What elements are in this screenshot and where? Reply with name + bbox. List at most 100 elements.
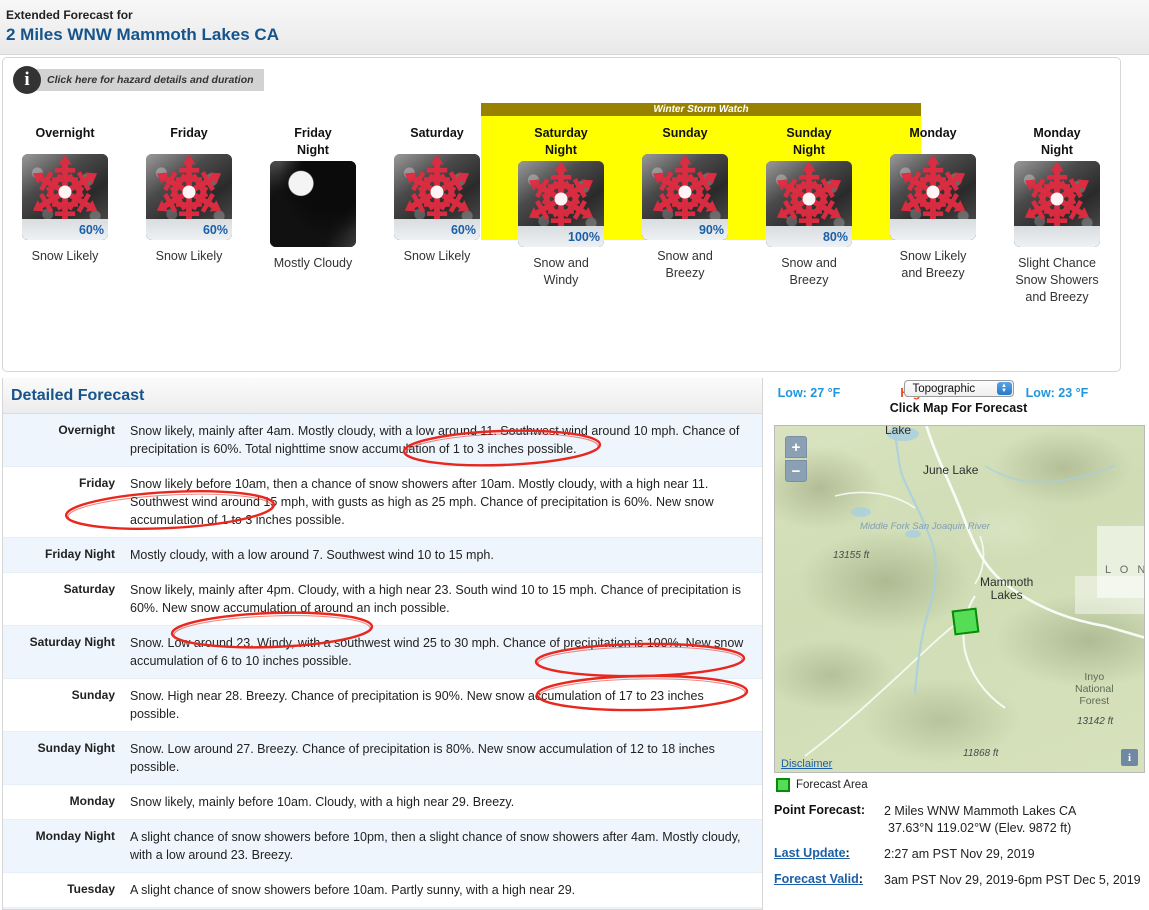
detailed-forecast-row: Sunday Snow. High near 28. Breezy. Chance…	[3, 679, 762, 732]
detailed-forecast-period-label: Monday Night	[35, 829, 115, 843]
info-icon: i	[13, 66, 41, 94]
map-column: Topographic ▲ ▼ Click Map For Forecast +…	[768, 378, 1149, 910]
page-header: Extended Forecast for 2 Miles WNW Mammot…	[0, 0, 1149, 55]
zoom-out-button[interactable]: −	[785, 460, 807, 482]
precip-probability: 60%	[22, 219, 108, 240]
detailed-forecast-row: Overnight Snow likely, mainly after 4am. …	[3, 414, 762, 467]
extended-forecast-panel: i Click here for hazard details and dura…	[2, 57, 1122, 400]
detailed-forecast-rows: Overnight Snow likely, mainly after 4am. …	[3, 414, 762, 909]
detailed-forecast-text: Snow likely before 10am, then a chance o…	[130, 477, 714, 527]
map-legend: Forecast Area	[776, 778, 868, 792]
map-info-button[interactable]: i	[1121, 749, 1138, 766]
chevron-updown-icon: ▲ ▼	[996, 382, 1012, 395]
map-label-elev-13155: 13155 ft	[833, 550, 870, 561]
snow-icon: 80%	[766, 161, 852, 247]
page-eyebrow: Extended Forecast for	[6, 8, 133, 22]
info-value: 2:27 am PST Nov 29, 2019	[884, 847, 1035, 861]
forecast-card[interactable]: Saturday 60% Snow Likely	[375, 118, 499, 400]
snow-icon: 100%	[518, 161, 604, 247]
map-disclaimer-link[interactable]: Disclaimer	[781, 758, 832, 770]
snow-icon: 90%	[642, 154, 728, 240]
forecast-card-day: Saturday	[410, 126, 464, 140]
detailed-forecast-period-label: Overnight	[58, 423, 115, 437]
page-title: 2 Miles WNW Mammoth Lakes CA	[6, 25, 279, 44]
detailed-forecast-panel: Detailed Forecast Overnight Snow likely, …	[2, 378, 763, 910]
detailed-forecast-header: Detailed Forecast	[3, 378, 762, 414]
detailed-forecast-period-label: Sunday	[71, 688, 115, 702]
forecast-card[interactable]: Overnight 60% Snow Likely	[3, 118, 127, 400]
zoom-in-button[interactable]: +	[785, 436, 807, 458]
moon-cloud-icon	[270, 161, 356, 247]
map-label-mammoth-lakes: Mammoth Lakes	[980, 575, 1034, 602]
info-row: Point Forecast: 2 Miles WNW Mammoth Lakes…	[774, 803, 1146, 837]
detailed-forecast-period-label: Monday	[69, 794, 115, 808]
snow-icon: 60%	[146, 154, 232, 240]
forecast-card-day: Monday	[909, 126, 957, 140]
precip-probability	[890, 219, 976, 240]
map-label-inyo-national-forest: Inyo National Forest	[1075, 671, 1114, 707]
click-map-label: Click Map For Forecast	[889, 401, 1028, 415]
snow-icon: 60%	[22, 154, 108, 240]
detailed-forecast-row: Sunday Night Snow. Low around 27. Breezy.…	[3, 732, 762, 785]
forecast-card-description: Snow and Breezy	[781, 256, 837, 287]
basemap-select-value: Topographic	[912, 382, 976, 395]
precip-probability: 90%	[642, 219, 728, 240]
detailed-forecast-text: Snow likely, mainly after 4pm. Cloudy, w…	[130, 583, 741, 615]
info-key[interactable]: Last Update:	[774, 846, 884, 863]
detailed-forecast-row: Saturday Snow likely, mainly after 4pm. C…	[3, 573, 762, 626]
forecast-area-marker	[951, 607, 980, 636]
detailed-forecast-row: Monday Snow likely, mainly before 10am. C…	[3, 785, 762, 820]
forecast-card[interactable]: Monday Snow Likely and Breezy	[871, 118, 995, 400]
forecast-card-description: Slight Chance Snow Showers and Breezy	[1015, 256, 1099, 304]
forecast-card[interactable]: Sunday Night 80% Snow and Breezy Low: 27…	[747, 118, 871, 400]
winter-storm-watch-title: Winter Storm Watch	[481, 103, 921, 116]
map-label-lake-top: Lake	[885, 425, 912, 437]
forecast-card-description: Snow Likely and Breezy	[899, 249, 967, 280]
forecast-card-description: Mostly Cloudy	[273, 256, 353, 270]
precip-probability	[1014, 226, 1100, 247]
forecast-card-description: Snow Likely	[31, 249, 99, 263]
map-label-elev-11868: 11868 ft	[963, 748, 999, 759]
forecast-card[interactable]: Friday 60% Snow Likely	[127, 118, 251, 400]
detailed-forecast-text: Snow. Low around 27. Breezy. Chance of p…	[130, 742, 715, 774]
detailed-forecast-row: Friday Night Mostly cloudy, with a low ar…	[3, 538, 762, 573]
detailed-forecast-row: Tuesday A slight chance of snow showers b…	[3, 873, 762, 908]
detailed-forecast-period-label: Saturday	[63, 582, 115, 596]
forecast-card-list: Overnight 60% Snow Likely Friday 60% Sno…	[3, 118, 1122, 400]
hazard-details-button[interactable]: i Click here for hazard details and dura…	[13, 66, 264, 94]
map-label-june-lake: June Lake	[923, 463, 979, 477]
forecast-card-description: Snow and Windy	[533, 256, 589, 287]
detailed-forecast-text: Snow likely, mainly after 4am. Mostly cl…	[130, 424, 740, 456]
forecast-card-day: Sunday	[662, 126, 708, 140]
detailed-forecast-period-label: Sunday Night	[37, 741, 115, 755]
forecast-map[interactable]: + − Lake June Lake Middle Fork San Joaquin…	[774, 425, 1145, 773]
info-row: Forecast Valid: 3am PST Nov 29, 2019-6pm …	[774, 872, 1146, 889]
detailed-forecast-row: Monday Night A slight chance of snow show…	[3, 820, 762, 873]
point-forecast-info: Point Forecast: 2 Miles WNW Mammoth Lakes…	[774, 803, 1146, 898]
detailed-forecast-row: Friday Snow likely before 10am, then a ch…	[3, 467, 762, 538]
detailed-forecast-text: Snow. Low around 23. Windy, with a south…	[130, 636, 744, 668]
forecast-card[interactable]: Sunday 90% Snow and Breezy	[623, 118, 747, 400]
detailed-forecast-text: Snow likely, mainly before 10am. Cloudy,…	[130, 795, 515, 809]
forecast-card[interactable]: Saturday Night 100% Snow and Windy	[499, 118, 623, 400]
detailed-forecast-title: Detailed Forecast	[11, 386, 145, 404]
basemap-select-row: Topographic ▲ ▼	[768, 378, 1149, 397]
basemap-select[interactable]: Topographic ▲ ▼	[903, 380, 1014, 397]
forecast-card[interactable]: Monday Night Slight Chance Snow Showers …	[995, 118, 1119, 400]
info-value: 2 Miles WNW Mammoth Lakes CA 37.63°N 119.…	[884, 804, 1077, 835]
forecast-card-day: Sunday Night	[786, 126, 832, 157]
forecast-card-day: Friday	[170, 126, 208, 140]
detailed-forecast-text: A slight chance of snow showers before 1…	[130, 830, 741, 862]
map-label-long-valley: L O N G	[1105, 564, 1144, 576]
forecast-card-description: Snow Likely	[155, 249, 223, 263]
forecast-area-swatch	[776, 778, 790, 792]
forecast-card[interactable]: FridayNightMostly CloudyLow: 7 °F	[251, 118, 375, 400]
info-value: 3am PST Nov 29, 2019-6pm PST Dec 5, 2019	[884, 873, 1141, 887]
forecast-card-day: Monday Night	[1033, 126, 1081, 157]
map-zoom-controls[interactable]: + −	[785, 436, 807, 482]
info-key[interactable]: Forecast Valid:	[774, 872, 884, 889]
detailed-forecast-text: Snow. High near 28. Breezy. Chance of pr…	[130, 689, 704, 721]
snow-icon	[890, 154, 976, 240]
forecast-card-day: Friday Night	[294, 126, 332, 157]
detailed-forecast-row: Saturday Night Snow. Low around 23. Windy…	[3, 626, 762, 679]
